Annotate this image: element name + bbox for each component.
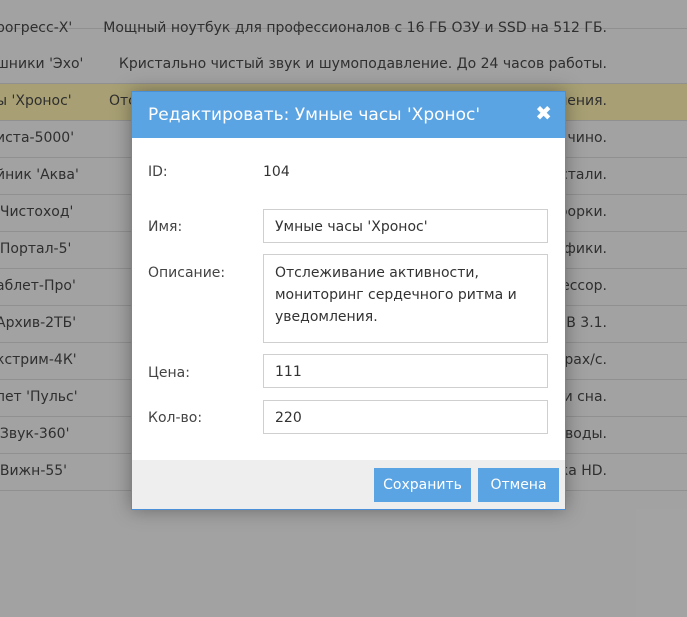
id-value: 104 (263, 164, 290, 180)
price-label: Цена: (148, 365, 190, 381)
price-input[interactable]: 111 (263, 354, 548, 388)
edit-product-dialog: Редактировать: Умные часы 'Хронос' ✖ ID:… (131, 91, 566, 510)
dialog-header: Редактировать: Умные часы 'Хронос' ✖ (132, 92, 565, 138)
description-label: Описание: (148, 265, 226, 281)
dialog-title: Редактировать: Умные часы 'Хронос' (148, 105, 481, 125)
cancel-button[interactable]: Отмена (478, 468, 559, 502)
save-button[interactable]: Сохранить (374, 468, 471, 502)
close-icon[interactable]: ✖ (535, 103, 552, 123)
name-input[interactable]: Умные часы 'Хронос' (263, 209, 548, 243)
description-textarea[interactable]: Отслеживание активности, мониторинг серд… (263, 254, 548, 343)
id-label: ID: (148, 164, 168, 180)
name-label: Имя: (148, 219, 183, 235)
quantity-input[interactable]: 220 (263, 400, 548, 434)
dialog-footer: Сохранить Отмена (132, 460, 565, 509)
quantity-label: Кол-во: (148, 410, 203, 426)
